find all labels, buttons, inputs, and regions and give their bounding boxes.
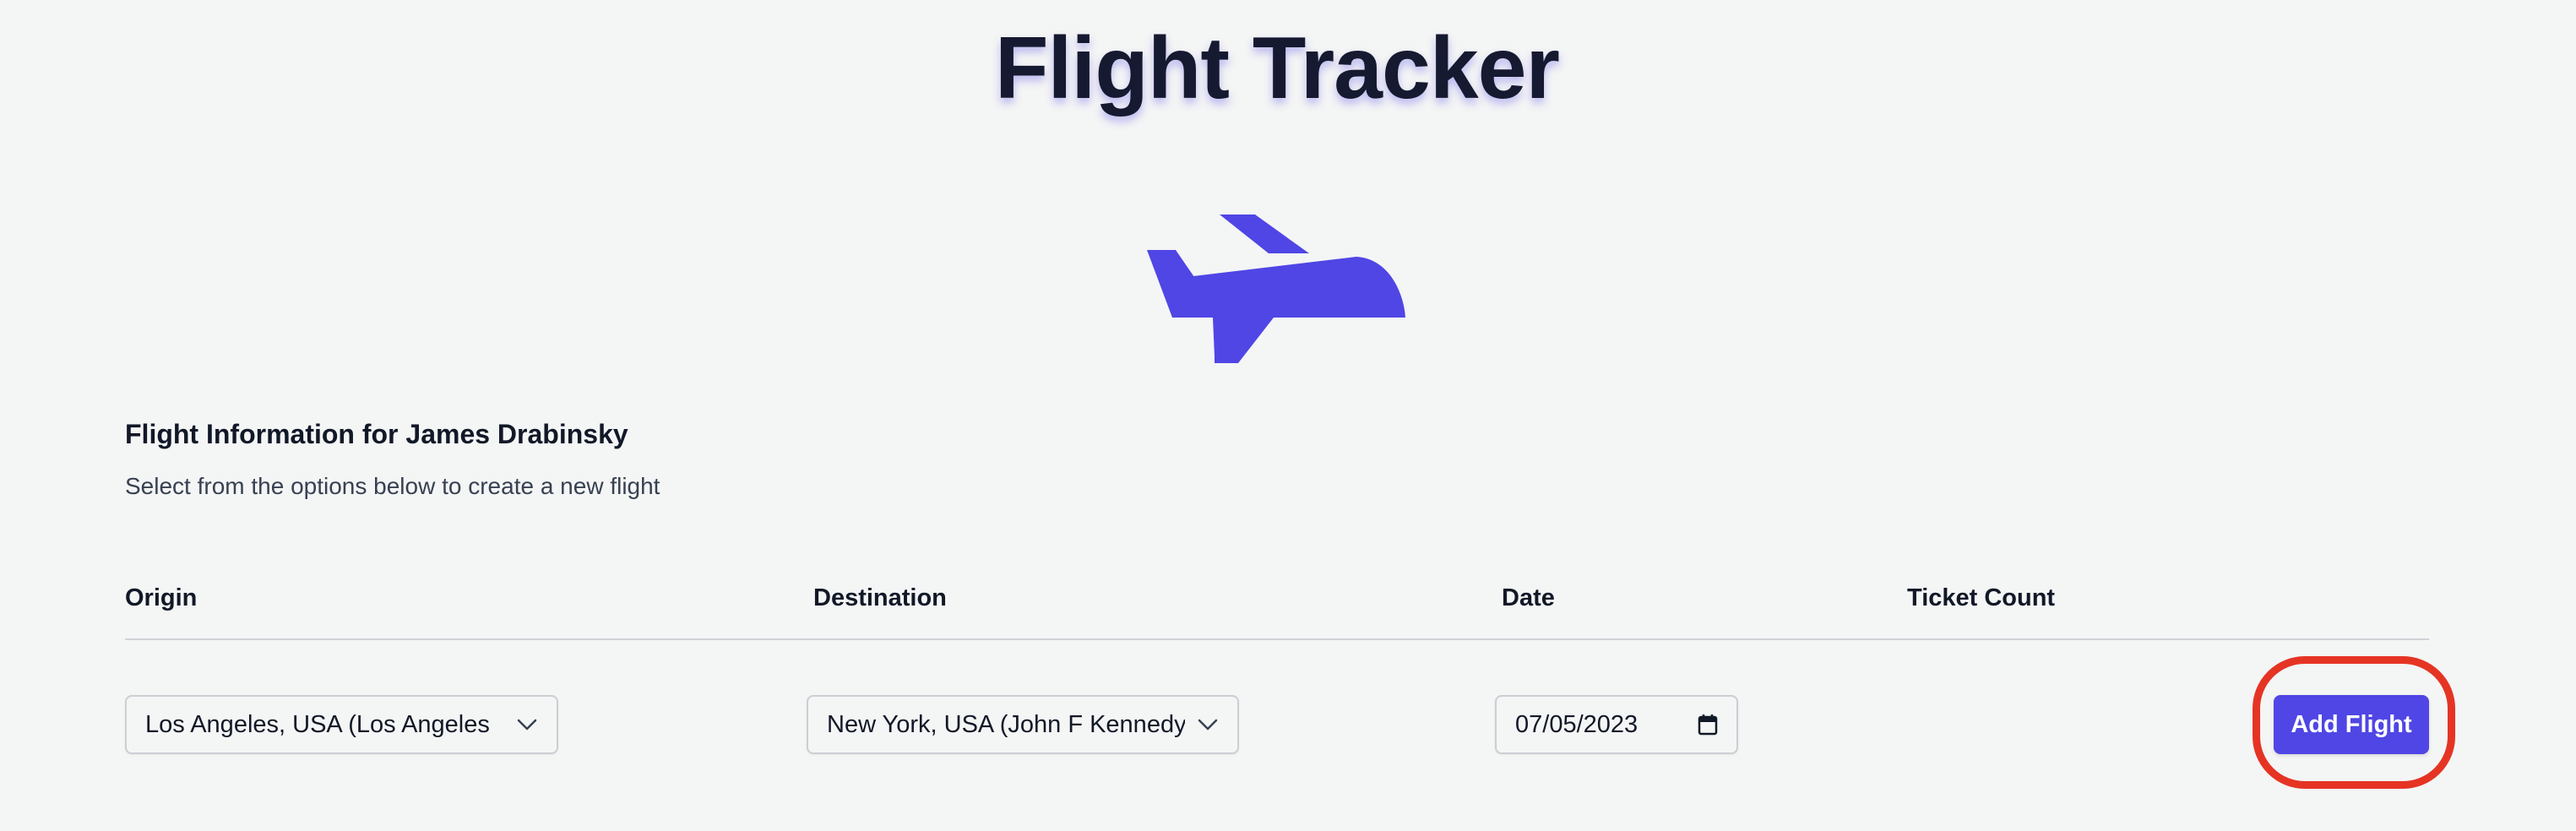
calendar-icon[interactable]: [1698, 714, 1718, 736]
section-heading: Flight Information for James Drabinsky: [125, 419, 628, 449]
page: Flight Tracker Flight Information for Ja…: [0, 0, 2576, 831]
origin-select[interactable]: Los Angeles, USA (Los Angeles: [125, 695, 558, 754]
origin-select-value: Los Angeles, USA (Los Angeles: [145, 710, 490, 738]
section-subheading: Select from the options below to create …: [125, 473, 660, 499]
chevron-down-icon: [517, 719, 537, 731]
destination-select-value: New York, USA (John F Kennedy: [827, 710, 1185, 738]
page-title: Flight Tracker: [995, 19, 1560, 117]
date-input-value: 07/05/2023: [1515, 710, 1639, 738]
destination-column-header: Destination: [813, 584, 947, 611]
add-flight-button[interactable]: Add Flight: [2274, 695, 2429, 754]
chevron-down-icon: [1198, 719, 1218, 731]
destination-select[interactable]: New York, USA (John F Kennedy: [807, 695, 1239, 754]
header-divider: [125, 638, 2429, 640]
date-input[interactable]: 07/05/2023: [1495, 695, 1738, 754]
ticket-count-column-header: Ticket Count: [1907, 584, 2056, 611]
date-column-header: Date: [1502, 584, 1555, 611]
origin-column-header: Origin: [125, 584, 198, 611]
airplane-icon: [1147, 215, 1405, 363]
